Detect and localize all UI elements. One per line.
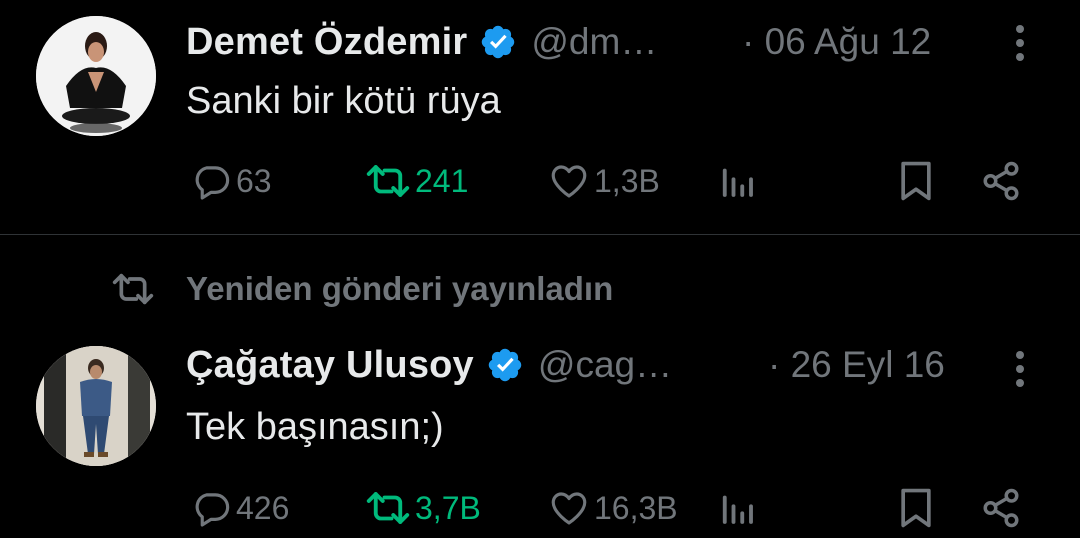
bookmark-button[interactable]: [896, 484, 936, 532]
timeline: Demet Özdemir @dm… · 06 Ağu 12 Sanki bir…: [0, 0, 1080, 538]
verified-badge-icon: [488, 348, 522, 382]
tweet-text: Sanki bir kötü rüya: [186, 80, 501, 122]
like-button[interactable]: 1,3B: [548, 157, 660, 205]
avatar-image: [36, 16, 156, 136]
retweet-count: 3,7B: [415, 489, 481, 526]
more-icon[interactable]: [1014, 349, 1026, 389]
like-count: 16,3B: [594, 489, 678, 526]
like-icon: [551, 165, 587, 198]
tweet-text: Tek başınasın;): [186, 406, 444, 448]
verified-badge-icon: [482, 25, 515, 59]
author-handle[interactable]: @dm…: [531, 21, 657, 63]
share-button[interactable]: [980, 157, 1022, 205]
social-context-text[interactable]: Yeniden gönderi yayınladın: [186, 270, 613, 308]
author-name[interactable]: Çağatay Ulusoy: [186, 344, 474, 387]
views-icon: [722, 168, 753, 197]
retweet-icon: [366, 492, 410, 524]
bookmark-button[interactable]: [896, 157, 936, 205]
views-icon: [722, 495, 753, 524]
share-icon: [983, 161, 1019, 201]
retweet-icon: [112, 273, 154, 305]
reply-icon: [195, 493, 230, 527]
avatar[interactable]: [36, 346, 156, 466]
views-button[interactable]: [718, 157, 756, 205]
tweet-header: Çağatay Ulusoy @cag…: [186, 342, 672, 388]
reply-icon: [195, 166, 230, 200]
retweet-button[interactable]: 3,7B: [365, 484, 481, 532]
reply-count: 426: [236, 489, 290, 526]
social-context: Yeniden gönderi yayınladın: [110, 266, 613, 312]
more-icon[interactable]: [1014, 23, 1026, 63]
share-button[interactable]: [980, 484, 1022, 532]
tweet-header: Demet Özdemir @dm…: [186, 19, 657, 65]
bookmark-icon: [901, 488, 931, 528]
reply-button[interactable]: 63: [190, 157, 272, 205]
retweet-button[interactable]: 241: [365, 157, 468, 205]
views-button[interactable]: [718, 484, 756, 532]
like-count: 1,3B: [594, 162, 660, 199]
divider: [0, 234, 1080, 235]
retweet-count: 241: [415, 162, 469, 199]
tweet-actions: 63 241 1,3B: [0, 157, 1080, 205]
avatar[interactable]: [36, 16, 156, 136]
bookmark-icon: [901, 161, 931, 201]
tweet-actions: 426 3,7B 16,3B: [0, 484, 1080, 532]
reply-count: 63: [236, 162, 272, 199]
tweet-date[interactable]: · 06 Ağu 12: [742, 19, 931, 65]
like-icon: [551, 492, 587, 525]
reply-button[interactable]: 426: [190, 484, 289, 532]
author-handle[interactable]: @cag…: [538, 344, 672, 386]
share-icon: [983, 488, 1019, 528]
like-button[interactable]: 16,3B: [548, 484, 678, 532]
avatar-image: [36, 346, 156, 466]
retweet-icon: [366, 165, 410, 197]
author-name[interactable]: Demet Özdemir: [186, 21, 467, 64]
tweet-date[interactable]: · 26 Eyl 16: [768, 342, 945, 388]
